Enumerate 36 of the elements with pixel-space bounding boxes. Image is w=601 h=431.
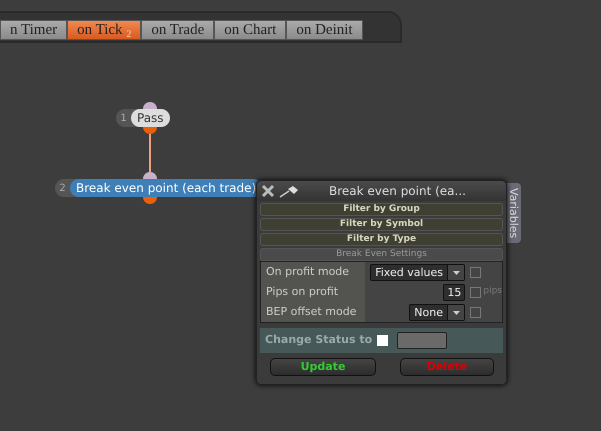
setting-label: On profit mode: [261, 262, 365, 282]
node-number: 2: [58, 182, 67, 196]
tab[interactable]: on Chart: [214, 20, 286, 40]
window-title: Break even point (ea...: [329, 183, 466, 200]
tab[interactable]: n Timer: [0, 20, 68, 40]
node[interactable]: 1 Pass: [116, 109, 170, 127]
filter-header[interactable]: Filter by Symbol: [260, 218, 503, 231]
filter-header[interactable]: Filter by Group: [260, 203, 503, 216]
variables-tab[interactable]: Variables: [506, 183, 521, 243]
tab[interactable]: on Tick $_{2}$: [67, 20, 142, 40]
input-port[interactable]: [143, 172, 157, 179]
caret-icon: [453, 310, 460, 314]
checkbox[interactable]: [470, 286, 482, 298]
close-icon[interactable]: [261, 184, 275, 198]
node-label: Pass: [131, 109, 170, 127]
status-label: Change Status to: [265, 332, 374, 348]
caret-icon: [453, 270, 460, 274]
setting-label: BEP offset mode: [261, 302, 365, 322]
section-header: Break Even Settings: [260, 248, 503, 261]
checkbox[interactable]: [377, 335, 388, 346]
number-field[interactable]: 15: [443, 284, 466, 300]
node-number: 1: [119, 112, 128, 126]
output-port[interactable]: [143, 127, 157, 134]
input-port[interactable]: [143, 102, 157, 109]
checkbox[interactable]: [470, 306, 481, 318]
pin-icon[interactable]: [279, 184, 301, 198]
tab[interactable]: on Deinit: [286, 20, 363, 40]
output-port[interactable]: [143, 197, 157, 204]
filter-header[interactable]: Filter by Type: [260, 233, 503, 246]
status-field[interactable]: [397, 332, 447, 349]
tab[interactable]: on Trade: [141, 20, 214, 40]
update-button[interactable]: Update: [270, 358, 376, 376]
setting-label: Pips on profit: [261, 282, 365, 302]
dropdown[interactable]: None: [409, 304, 465, 320]
dropdown[interactable]: Fixed values: [370, 264, 465, 280]
checkbox[interactable]: [470, 266, 481, 278]
